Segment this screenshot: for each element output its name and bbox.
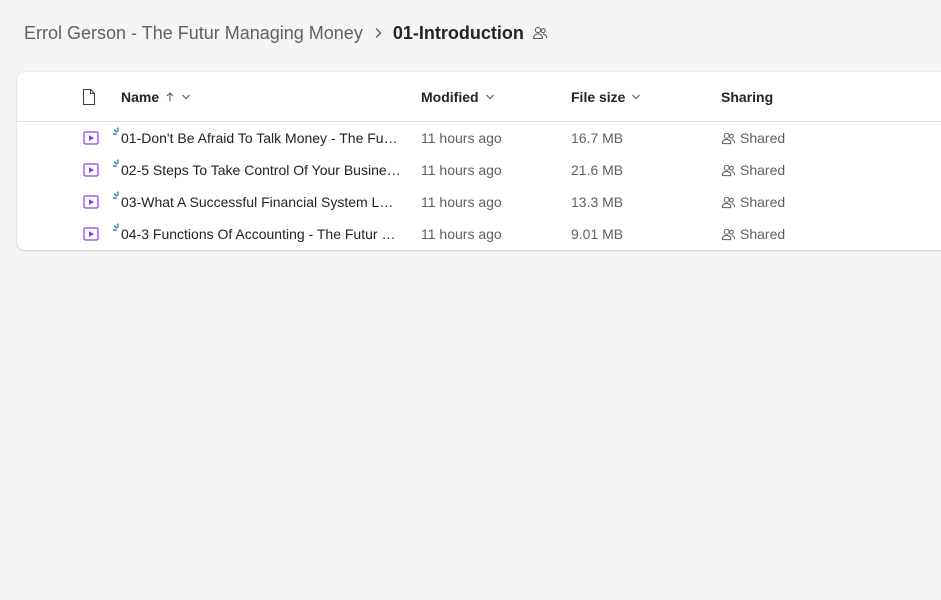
file-name-text: 04-3 Functions Of Accounting - The Futur… [121, 226, 401, 242]
file-list-header: Name Modified File size Sharing [17, 72, 941, 122]
sharing-cell[interactable]: Shared [721, 154, 785, 186]
file-name-text: 01-Don't Be Afraid To Talk Money - The F… [121, 130, 401, 146]
file-size-cell: 16.7 MB [571, 130, 624, 146]
column-header-sharing-label: Sharing [721, 88, 774, 105]
sharing-label: Shared [740, 194, 786, 210]
file-name-link[interactable]: 03-What A Successful Financial System Lo… [121, 186, 401, 218]
chevron-down-icon [181, 93, 191, 101]
sharing-label: Shared [740, 226, 786, 242]
sharing-cell[interactable]: Shared [721, 186, 785, 218]
sharing-cell[interactable]: Shared [721, 122, 785, 154]
shared-people-icon [721, 163, 736, 178]
modified-cell: 11 hours ago [421, 130, 502, 146]
chevron-down-icon [485, 93, 495, 101]
column-header-file-size-label: File size [571, 88, 626, 105]
breadcrumb-current-folder: 01-Introduction [392, 22, 524, 43]
sharing-cell[interactable]: Shared [721, 218, 785, 250]
shared-people-icon [721, 131, 736, 146]
file-name-text: 03-What A Successful Financial System Lo… [121, 194, 401, 210]
table-row[interactable]: 04-3 Functions Of Accounting - The Futur… [17, 218, 941, 250]
file-size-cell: 21.6 MB [571, 162, 624, 178]
file-list: Name Modified File size Sharing 01-Don't… [17, 72, 941, 250]
file-name-link[interactable]: 01-Don't Be Afraid To Talk Money - The F… [121, 122, 401, 154]
breadcrumb-parent-folder[interactable]: Errol Gerson - The Futur Managing Money [24, 23, 363, 44]
column-header-file-size[interactable]: File size [571, 72, 641, 121]
video-file-icon [83, 163, 99, 177]
file-name-link[interactable]: 04-3 Functions Of Accounting - The Futur… [121, 218, 401, 250]
file-name-link[interactable]: 02-5 Steps To Take Control Of Your Busin… [121, 154, 401, 186]
video-file-icon [83, 131, 99, 145]
file-name-text: 02-5 Steps To Take Control Of Your Busin… [121, 162, 401, 178]
sharing-label: Shared [740, 162, 786, 178]
table-row[interactable]: 03-What A Successful Financial System Lo… [17, 186, 941, 218]
shared-people-icon[interactable] [532, 25, 548, 41]
shared-people-icon [721, 227, 736, 242]
modified-cell: 11 hours ago [421, 194, 502, 210]
video-file-icon [83, 195, 99, 209]
file-size-cell: 9.01 MB [571, 226, 624, 242]
chevron-right-icon [373, 27, 383, 39]
video-file-icon [83, 227, 99, 241]
column-header-name[interactable]: Name [121, 72, 191, 121]
modified-cell: 11 hours ago [421, 162, 502, 178]
sharing-label: Shared [740, 130, 786, 146]
column-header-sharing[interactable]: Sharing [721, 72, 773, 121]
file-size-cell: 13.3 MB [571, 194, 624, 210]
arrow-up-icon [165, 91, 175, 103]
column-header-modified[interactable]: Modified [421, 72, 495, 121]
table-row[interactable]: 02-5 Steps To Take Control Of Your Busin… [17, 154, 941, 186]
column-header-name-label: Name [121, 88, 160, 105]
column-header-modified-label: Modified [421, 88, 479, 105]
file-type-column-icon[interactable] [81, 88, 97, 106]
shared-people-icon [721, 195, 736, 210]
table-row[interactable]: 01-Don't Be Afraid To Talk Money - The F… [17, 122, 941, 154]
breadcrumb: Errol Gerson - The Futur Managing Money … [24, 18, 548, 48]
chevron-down-icon [631, 93, 641, 101]
modified-cell: 11 hours ago [421, 226, 502, 242]
